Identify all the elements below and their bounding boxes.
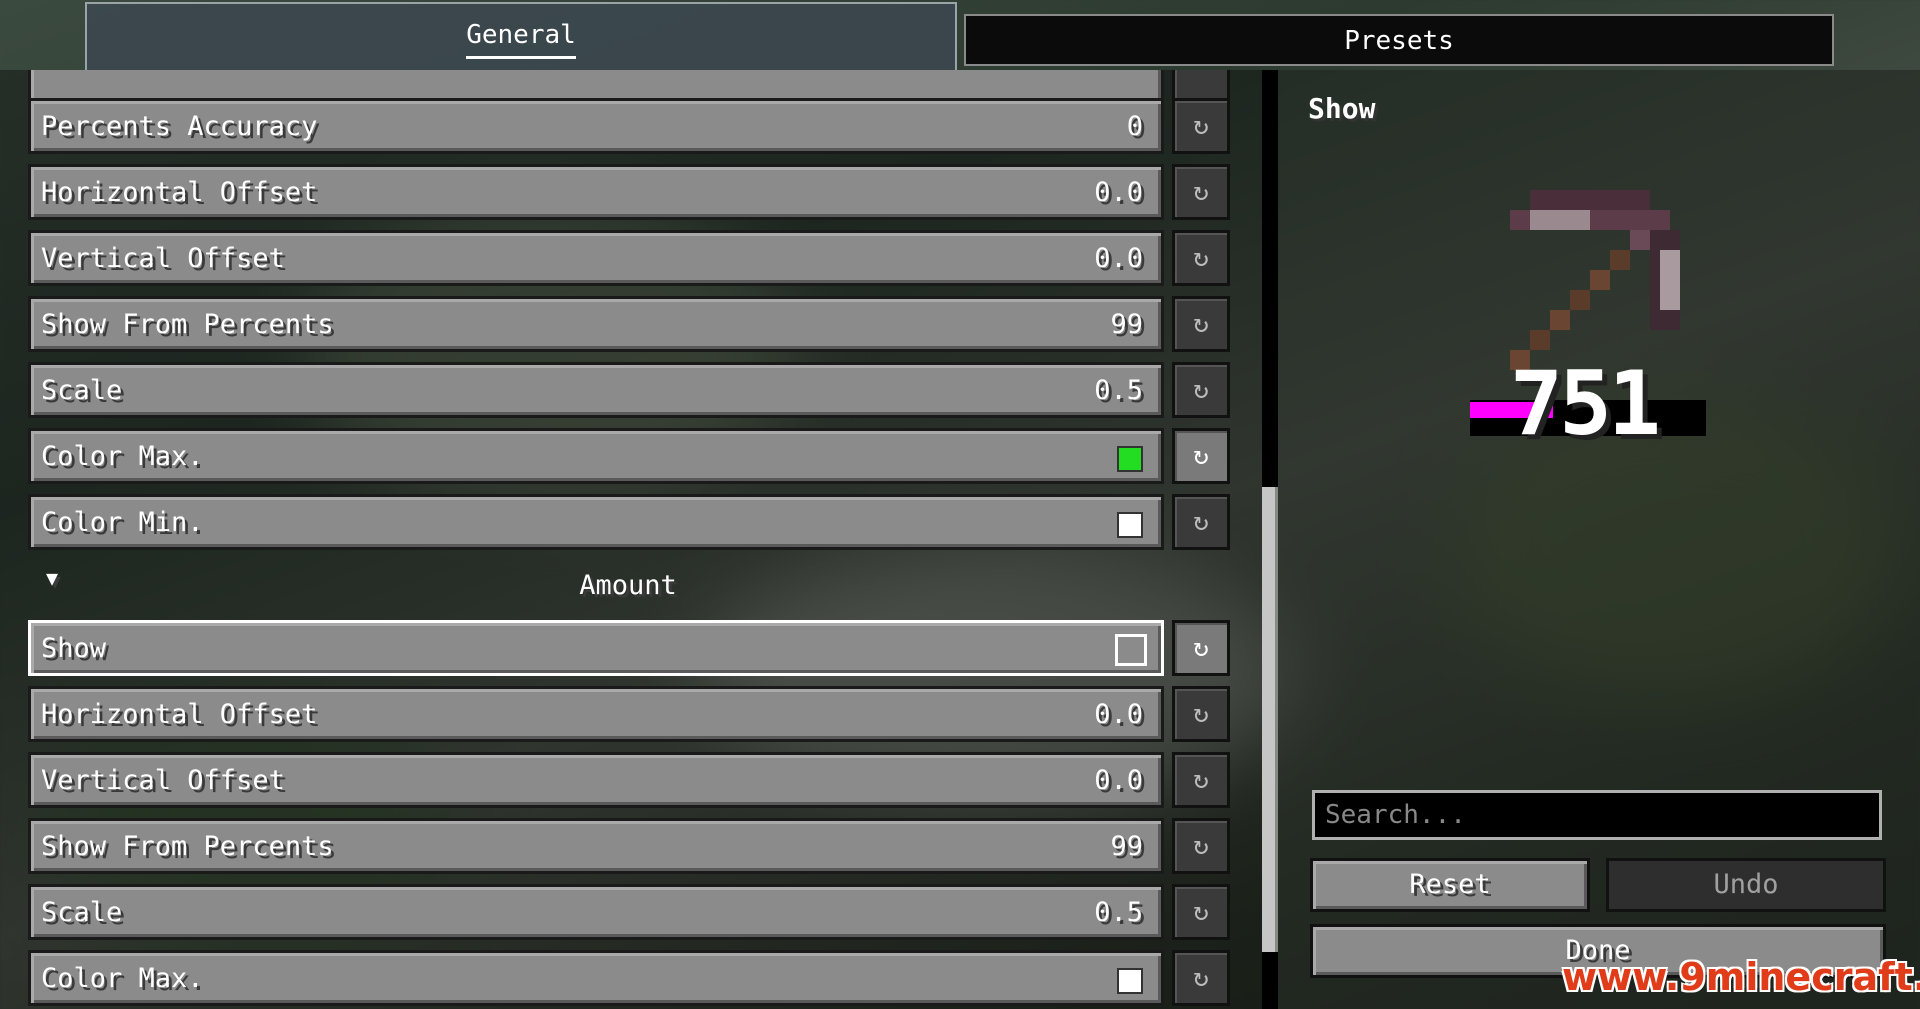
color-swatch	[1117, 968, 1143, 994]
config-label: Color Max.	[41, 441, 204, 472]
tab-presets[interactable]: Presets	[964, 14, 1834, 66]
config-value: 0.5	[1094, 375, 1143, 406]
config-label: Show From Percents	[41, 309, 334, 340]
config-label: Horizontal Offset	[41, 699, 318, 730]
config-label: Percents Accuracy	[41, 111, 318, 142]
config-label: Scale	[41, 897, 123, 928]
config-field[interactable]: Percents Accuracy 0	[28, 98, 1164, 154]
reset-value-button[interactable]: ↻	[1172, 98, 1230, 154]
reset-value-button[interactable]: ↻	[1172, 620, 1230, 676]
config-row: Vertical Offset 0.0 ↻	[28, 752, 1230, 810]
config-label: Color Max.	[41, 963, 204, 994]
preview-title: Show	[1308, 92, 1376, 125]
reset-value-button[interactable]: ↻	[1172, 296, 1230, 352]
config-value: 0.0	[1094, 243, 1143, 274]
config-value: 0.0	[1094, 177, 1143, 208]
config-row: Color Min. ↻	[28, 494, 1230, 552]
config-row: Scale 0.5 ↻	[28, 884, 1230, 942]
search-input[interactable]	[1312, 790, 1882, 840]
config-row: Horizontal Offset 0.0 ↻	[28, 164, 1230, 222]
config-field[interactable]: Color Max.	[28, 428, 1164, 484]
reset-value-button[interactable]: ↻	[1172, 950, 1230, 1006]
config-value: 99	[1110, 309, 1143, 340]
config-row: Scale 0.5 ↻	[28, 362, 1230, 420]
config-field[interactable]: Color Min.	[28, 494, 1164, 550]
color-swatch	[1117, 446, 1143, 472]
reset-value-button[interactable]: ↻	[1172, 428, 1230, 484]
config-field[interactable]: Scale 0.5	[28, 362, 1164, 418]
reset-value-button[interactable]: ↻	[1172, 362, 1230, 418]
config-label: Horizontal Offset	[41, 177, 318, 208]
config-row: Color Max. ↻	[28, 428, 1230, 486]
tab-general[interactable]: General	[85, 2, 957, 70]
reset-value-button[interactable]: ↻	[1172, 686, 1230, 742]
config-field[interactable]: Show From Percents 99	[28, 818, 1164, 874]
reset-value-button[interactable]: ↻	[1172, 752, 1230, 808]
config-field[interactable]: Scale 0.5	[28, 884, 1164, 940]
reset-value-button[interactable]: ↻	[1172, 818, 1230, 874]
config-field[interactable]: Horizontal Offset 0.0	[28, 164, 1164, 220]
config-row: Percents Accuracy 0 ↻	[28, 98, 1230, 156]
reset-button[interactable]: Reset	[1310, 858, 1590, 912]
watermark: www.9minecraft.net	[1562, 955, 1920, 999]
reset-value-button[interactable]: ↻	[1172, 230, 1230, 286]
config-row: Color Max. ↻	[28, 950, 1230, 1008]
config-field[interactable]: Horizontal Offset 0.0	[28, 686, 1164, 742]
config-row: Vertical Offset 0.0 ↻	[28, 230, 1230, 288]
config-value: 0.5	[1094, 897, 1143, 928]
preview-amount-number: 751	[1510, 352, 1661, 455]
config-row: Show From Percents 99 ↻	[28, 296, 1230, 354]
config-value: 0	[1126, 111, 1143, 142]
reset-value-button[interactable]: ↻	[1172, 164, 1230, 220]
config-value: 0.0	[1094, 699, 1143, 730]
config-list: Percents Accuracy 0 ↻ Horizontal Offset 0.0 ↻…	[0, 70, 1262, 1009]
tab-general-label: General	[466, 20, 576, 59]
config-field[interactable]: Color Max.	[28, 950, 1164, 1006]
config-field[interactable]: Vertical Offset 0.0	[28, 230, 1164, 286]
config-value: 99	[1110, 831, 1143, 862]
config-value: 0.0	[1094, 765, 1143, 796]
tab-presets-label: Presets	[1344, 26, 1454, 56]
config-row: Horizontal Offset 0.0 ↻	[28, 686, 1230, 744]
config-label: Scale	[41, 375, 123, 406]
reset-value-button[interactable]: ↻	[1172, 884, 1230, 940]
section-header-amount[interactable]: ▼ Amount	[28, 558, 1228, 616]
scrollbar-thumb[interactable]	[1262, 487, 1278, 952]
undo-button[interactable]: Undo	[1606, 858, 1886, 912]
config-label: Color Min.	[41, 507, 204, 538]
section-title: Amount	[579, 570, 677, 601]
config-row: Show From Percents 99 ↻	[28, 818, 1230, 876]
show-checkbox[interactable]	[1115, 634, 1147, 666]
config-field[interactable]: Show From Percents 99	[28, 296, 1164, 352]
config-field[interactable]: Vertical Offset 0.0	[28, 752, 1164, 808]
config-row: Show ↻	[28, 620, 1230, 678]
reset-value-button[interactable]: ↻	[1172, 494, 1230, 550]
config-label: Vertical Offset	[41, 765, 285, 796]
tab-bar: General Presets	[0, 0, 1920, 70]
config-field[interactable]: Show	[28, 620, 1164, 676]
config-label: Vertical Offset	[41, 243, 285, 274]
config-label: Show From Percents	[41, 831, 334, 862]
color-swatch	[1117, 512, 1143, 538]
config-label: Show	[41, 633, 107, 664]
